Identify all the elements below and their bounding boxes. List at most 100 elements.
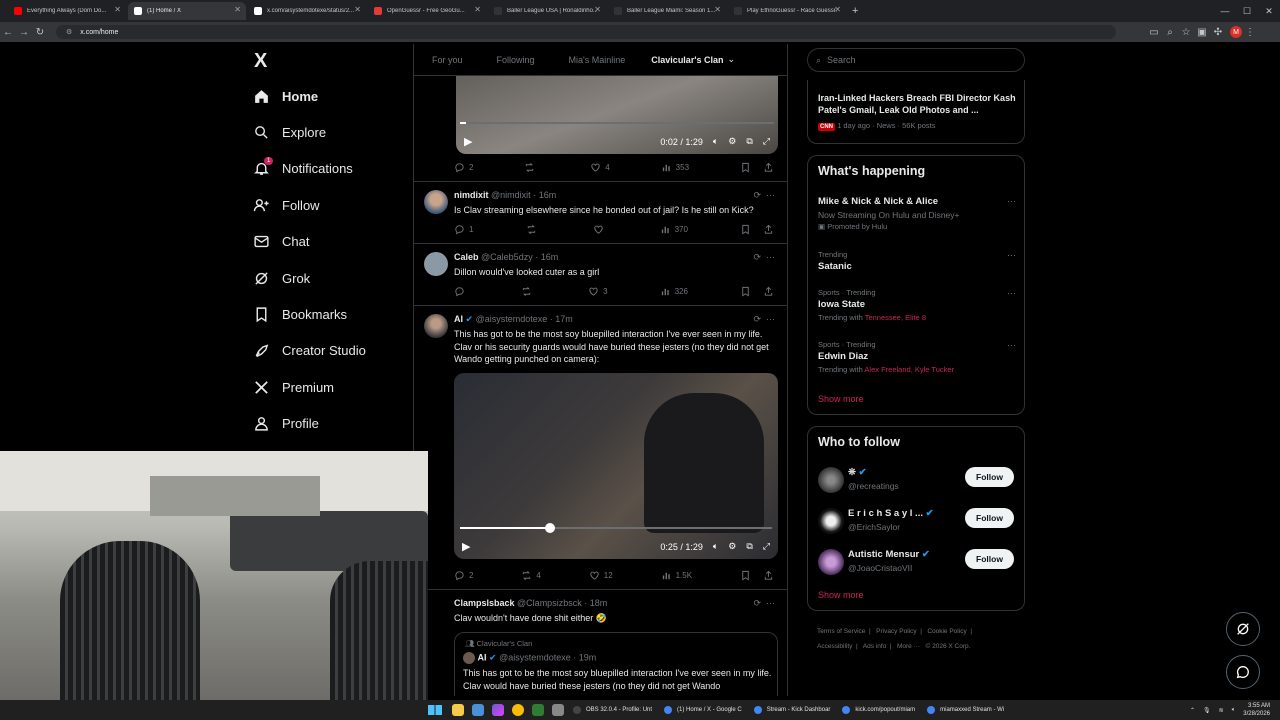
like-button[interactable]: 4 — [590, 162, 610, 173]
follow-handle[interactable]: @JoaoCristaoVII — [848, 563, 912, 573]
avatar[interactable] — [424, 252, 448, 276]
like-button[interactable] — [593, 224, 608, 235]
close-icon[interactable]: ✕ — [114, 5, 121, 14]
share-icon[interactable] — [763, 162, 774, 173]
messages-button[interactable] — [1226, 655, 1260, 689]
tab-clavicular-clan[interactable]: Clavicular's Clan — [651, 55, 723, 65]
share-icon[interactable] — [763, 570, 774, 581]
pip-icon[interactable]: ⧉ — [746, 136, 752, 147]
play-icon[interactable]: ▶ — [464, 135, 472, 148]
post-time[interactable]: · 17m — [550, 314, 573, 324]
search-input[interactable]: ⌕ Search — [807, 48, 1025, 72]
taskbar-app[interactable]: (1) Home / X - Google C — [659, 702, 747, 718]
chevron-down-icon[interactable]: ⌄ — [727, 54, 735, 65]
pip-icon[interactable]: ⧉ — [746, 541, 752, 552]
footer-link[interactable]: Privacy Policy — [876, 628, 916, 635]
trend-item[interactable]: Sports · Trending Iowa State Trending with… — [818, 288, 1016, 322]
more-icon[interactable]: ⟳ ··· — [753, 252, 775, 263]
trend-link[interactable]: Kyle Tucker — [915, 365, 954, 374]
author-name[interactable]: Caleb — [454, 252, 479, 262]
volume-icon[interactable]: 🔈︎ — [1232, 707, 1236, 714]
sidebar-item-bookmarks[interactable]: Bookmarks — [245, 296, 415, 332]
close-window-button[interactable]: ✕ — [1258, 6, 1280, 17]
scrubber-handle[interactable] — [545, 523, 556, 533]
author-name[interactable]: nimdixit — [454, 190, 489, 200]
bookmark-icon[interactable] — [740, 286, 751, 297]
author-handle[interactable]: @aisystemdotexe — [476, 314, 548, 324]
reply-button[interactable]: 2 — [454, 570, 473, 581]
reply-button[interactable] — [454, 286, 469, 297]
minimize-button[interactable]: — — [1214, 6, 1236, 16]
views-button[interactable]: 370 — [660, 224, 688, 235]
more-icon[interactable]: ⟳ ··· — [753, 190, 775, 201]
quoted-post[interactable]: 👥︎ Clavicular's Clan AI ✔ @aisystemdotex… — [454, 632, 778, 696]
mute-icon[interactable]: 🔈︎ — [713, 136, 718, 147]
mic-icon[interactable]: 🎙︎ — [1203, 707, 1211, 714]
back-icon[interactable]: ← — [0, 27, 16, 38]
video-progress-track[interactable] — [460, 122, 774, 124]
more-icon[interactable]: ··· — [1007, 340, 1016, 350]
sidebar-item-grok[interactable]: Grok — [245, 260, 415, 296]
file-explorer-icon[interactable] — [452, 704, 464, 716]
news-headline[interactable]: Iran-Linked Hackers Breach FBI Director … — [818, 92, 1018, 116]
play-icon[interactable]: ▶ — [462, 540, 470, 553]
sidebar-item-chat[interactable]: Chat — [245, 224, 415, 260]
clock[interactable]: 3:55 AM 3/28/2026 — [1243, 702, 1270, 718]
bookmark-icon[interactable] — [740, 570, 751, 581]
follow-name[interactable]: ❊ — [848, 467, 856, 478]
follow-suggestion[interactable]: E r i c h S a y l ... ✔ @ErichSaylor Fol… — [808, 504, 1024, 540]
news-card[interactable]: Iran-Linked Hackers Breach FBI Director … — [807, 80, 1025, 144]
tab-for-you[interactable]: For you — [432, 55, 463, 65]
more-icon[interactable]: ⟳ ··· — [753, 598, 775, 609]
taskbar-app[interactable]: kick.com/popout/miam — [837, 702, 920, 718]
post-time[interactable]: · 16m — [533, 190, 556, 200]
menu-icon[interactable]: ⋮ — [1242, 27, 1258, 38]
repost-button[interactable] — [524, 162, 539, 173]
footer-link[interactable]: Cookie Policy — [927, 628, 966, 635]
avatar[interactable] — [463, 652, 475, 664]
post[interactable]: Caleb @Caleb5dzy · 16m ⟳ ··· Dillon woul… — [414, 243, 787, 305]
author-name[interactable]: AI — [454, 314, 463, 324]
maximize-button[interactable]: ☐ — [1236, 6, 1258, 17]
trend-item[interactable]: Trending Satanic ··· — [818, 250, 1016, 272]
post[interactable]: nimdixit @nimdixit · 16m ⟳ ··· Is Clav s… — [414, 181, 787, 243]
more-icon[interactable]: ··· — [1007, 288, 1016, 298]
sidebar-item-follow[interactable]: Follow — [245, 187, 415, 223]
show-more-link[interactable]: Show more — [818, 590, 864, 600]
settings-icon[interactable]: ⚙ — [728, 541, 736, 552]
follow-name[interactable]: Autistic Mensur — [848, 549, 919, 560]
sidebar-item-explore[interactable]: Explore — [245, 114, 415, 150]
trend-item[interactable]: Sports · Trending Edwin Diaz Trending with… — [818, 340, 1016, 374]
mute-icon[interactable]: 🔈︎ — [713, 541, 718, 552]
footer-link[interactable]: More ··· — [897, 643, 920, 650]
star-icon[interactable]: ☆ — [1178, 27, 1194, 38]
more-icon[interactable]: ⟳ ··· — [753, 314, 775, 325]
views-button[interactable]: 326 — [660, 286, 688, 297]
repost-button[interactable] — [526, 224, 541, 235]
fullscreen-icon[interactable]: ⤢ — [763, 541, 770, 552]
copilot-icon[interactable] — [492, 704, 504, 716]
avatar[interactable] — [424, 314, 448, 338]
site-info-icon[interactable]: ⚙ — [66, 28, 72, 36]
reply-button[interactable]: 2 — [454, 162, 473, 173]
browser-tab[interactable]: Play EthnoGuessr - Race Guessr... ✕ — [728, 2, 846, 20]
quote-time[interactable]: · 19m — [573, 652, 596, 662]
repost-button[interactable] — [521, 286, 536, 297]
app-icon[interactable] — [532, 704, 544, 716]
close-icon[interactable]: ✕ — [834, 5, 841, 14]
footer-link[interactable]: Ads info — [863, 643, 887, 650]
puzzle-icon[interactable]: ✣ — [1210, 27, 1226, 38]
sidebar-item-creator-studio[interactable]: Creator Studio — [245, 333, 415, 369]
sidebar-item-home[interactable]: Home — [245, 78, 415, 114]
post[interactable]: Clampslsback @Clampsizbsck · 18m ⟳ ··· C… — [414, 589, 787, 696]
author-handle[interactable]: @Clampsizbsck — [517, 598, 582, 608]
start-icon[interactable] — [428, 705, 442, 715]
quote-author[interactable]: AI — [478, 652, 487, 662]
follow-button[interactable]: Follow — [965, 549, 1014, 569]
like-button[interactable]: 3 — [588, 286, 608, 297]
avatar[interactable] — [424, 190, 448, 214]
browser-tab[interactable]: (1) Home / X ✕ — [128, 2, 246, 20]
settings-icon[interactable] — [552, 704, 564, 716]
share-icon[interactable] — [763, 224, 774, 235]
repost-button[interactable]: 4 — [521, 570, 541, 581]
